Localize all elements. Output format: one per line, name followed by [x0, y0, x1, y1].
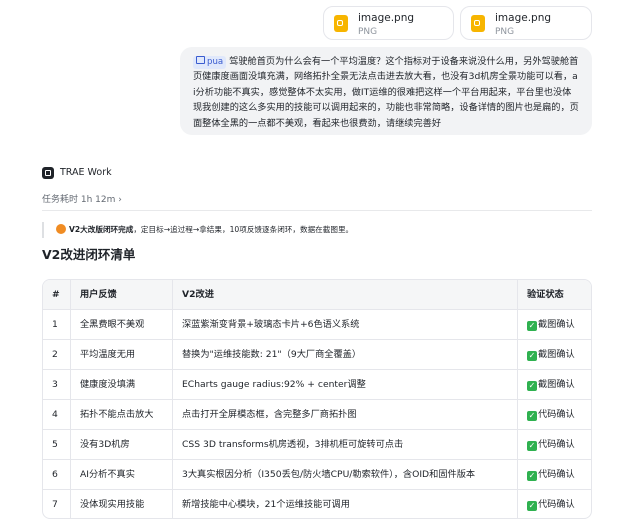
row-feedback: 健康度没填满	[71, 370, 173, 399]
check-icon: ✓	[527, 351, 537, 361]
skill-tag-label: pua	[207, 57, 224, 67]
row-num: 5	[43, 430, 71, 459]
table-row: 1 全黑费眼不美观 深蓝紫渐变背景+玻璃态卡片+6色语义系统 ✓ 截图确认	[43, 310, 591, 340]
header-feedback: 用户反馈	[71, 280, 173, 309]
header-status: 验证状态	[527, 289, 564, 300]
divider	[42, 210, 592, 211]
attachment-name: image.png	[495, 12, 552, 24]
chevron-right-icon: ›	[118, 195, 122, 205]
status-text: 代码确认	[538, 499, 575, 510]
row-improvement: 点击打开全屏模态框，含完整多厂商拓扑图	[173, 400, 518, 429]
row-feedback: 拓扑不能点击放大	[71, 400, 173, 429]
task-duration-toggle[interactable]: 任务耗时 1h 12m ›	[42, 192, 122, 205]
trae-logo-icon	[42, 167, 54, 179]
task-duration: 任务耗时 1h 12m	[42, 195, 116, 205]
row-feedback: AI分析不真实	[71, 460, 173, 489]
attachment-card[interactable]: image.png PNG	[460, 6, 592, 40]
row-improvement: 3大真实根因分析（I350丢包/防火墙CPU/勒索软件），含OID和固件版本	[173, 460, 518, 489]
row-improvement: 新增技能中心模块，21个运维技能可调用	[173, 490, 518, 518]
status-text: 截图确认	[538, 349, 575, 360]
row-status: ✓ 截图确认	[518, 370, 591, 399]
row-status: ✓ 代码确认	[518, 430, 591, 459]
check-icon: ✓	[527, 501, 537, 511]
row-num: 4	[43, 400, 71, 429]
attachment-type: PNG	[358, 27, 378, 37]
row-improvement: 深蓝紫渐变背景+玻璃态卡片+6色语义系统	[173, 310, 518, 339]
row-status: ✓ 截图确认	[518, 310, 591, 339]
status-text: 截图确认	[538, 379, 575, 390]
status-text: 截图确认	[538, 319, 575, 330]
improvement-table: # 用户反馈 V2改进 验证状态 1 全黑费眼不美观 深蓝紫渐变背景+玻璃态卡片…	[42, 279, 592, 519]
row-improvement: ECharts gauge radius:92% + center调整	[173, 370, 518, 399]
header-num: #	[43, 280, 71, 309]
check-icon: ✓	[527, 441, 537, 451]
row-num: 3	[43, 370, 71, 399]
table-row: 2 平均温度无用 替换为"运维技能数: 21"（9大厂商全覆盖） ✓ 截图确认	[43, 340, 591, 370]
agent-name: TRAE Work	[60, 167, 112, 178]
summary-quote: V2大改版闭环完成，定目标→追过程→拿结果，10项反馈逐条闭环，数据在截图里。	[42, 222, 353, 238]
row-status: ✓ 截图确认	[518, 340, 591, 369]
user-message-text: 驾驶舱首页为什么会有一个平均温度？这个指标对于设备来说没什么用，另外驾驶舱首页健…	[193, 56, 579, 129]
table-row: 6 AI分析不真实 3大真实根因分析（I350丢包/防火墙CPU/勒索软件），含…	[43, 460, 591, 490]
user-message-bubble: pua 驾驶舱首页为什么会有一个平均温度？这个指标对于设备来说没什么用，另外驾驶舱…	[180, 47, 592, 135]
row-num: 1	[43, 310, 71, 339]
check-icon: ✓	[527, 321, 537, 331]
attachment-card[interactable]: image.png PNG	[323, 6, 454, 40]
status-text: 代码确认	[538, 469, 575, 480]
row-num: 2	[43, 340, 71, 369]
table-row: 4 拓扑不能点击放大 点击打开全屏模态框，含完整多厂商拓扑图 ✓ 代码确认	[43, 400, 591, 430]
row-feedback: 没体现实用技能	[71, 490, 173, 518]
table-row: 7 没体现实用技能 新增技能中心模块，21个运维技能可调用 ✓ 代码确认	[43, 490, 591, 518]
image-file-icon	[334, 15, 348, 32]
row-improvement: CSS 3D transforms机房透视，3排机柜可旋转可点击	[173, 430, 518, 459]
status-text: 代码确认	[538, 439, 575, 450]
table-header-row: # 用户反馈 V2改进 验证状态	[43, 280, 591, 310]
check-icon: ✓	[527, 381, 537, 391]
row-feedback: 平均温度无用	[71, 340, 173, 369]
row-improvement: 替换为"运维技能数: 21"（9大厂商全覆盖）	[173, 340, 518, 369]
row-status: ✓ 代码确认	[518, 490, 591, 518]
table-row: 5 没有3D机房 CSS 3D transforms机房透视，3排机柜可旋转可点…	[43, 430, 591, 460]
summary-bold: V2大改版闭环完成	[69, 225, 134, 234]
row-status: ✓ 代码确认	[518, 400, 591, 429]
table-row: 3 健康度没填满 ECharts gauge radius:92% + cent…	[43, 370, 591, 400]
attachment-name: image.png	[358, 12, 415, 24]
attachment-type: PNG	[495, 27, 515, 37]
image-file-icon	[471, 15, 485, 32]
check-icon: ✓	[527, 471, 537, 481]
summary-text: ，定目标→追过程→拿结果，10项反馈逐条闭环，数据在截图里。	[133, 225, 354, 234]
orange-circle-icon	[56, 224, 66, 234]
skill-tag[interactable]: pua	[193, 56, 227, 69]
row-feedback: 全黑费眼不美观	[71, 310, 173, 339]
row-num: 6	[43, 460, 71, 489]
header-improvement: V2改进	[173, 280, 518, 309]
section-heading: V2改进闭环清单	[42, 247, 136, 262]
row-feedback: 没有3D机房	[71, 430, 173, 459]
row-status: ✓ 代码确认	[518, 460, 591, 489]
status-text: 代码确认	[538, 409, 575, 420]
check-icon: ✓	[527, 411, 537, 421]
row-num: 7	[43, 490, 71, 518]
skill-tag-icon	[196, 56, 205, 64]
